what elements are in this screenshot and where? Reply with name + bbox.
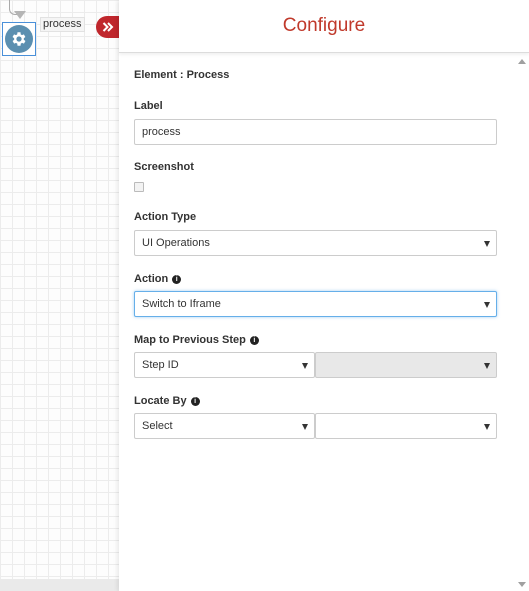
scroll-down-icon[interactable] [518,582,526,587]
map-previous-label: Map to Previous Step [134,334,246,346]
label-input[interactable]: process [134,119,497,145]
action-type-label: Action Type [134,211,197,223]
action-select[interactable]: Switch to Iframe [134,291,497,317]
screenshot-label: Screenshot [134,161,194,173]
label-input-value: process [142,126,181,138]
screenshot-checkbox[interactable] [134,182,144,192]
workflow-canvas[interactable]: process [0,0,120,591]
connector-arrow-icon [14,11,26,19]
chevron-down-icon [302,424,308,430]
locate-by-label-group: Locate By i [134,395,200,407]
configure-panel: Configure Element : Process Label proces… [119,0,529,591]
locate-by-target-select[interactable] [315,413,497,439]
locate-by-select[interactable]: Select [134,413,315,439]
chevron-down-icon [484,302,490,308]
chevron-down-icon [484,424,490,430]
action-type-select[interactable]: UI Operations [134,230,497,256]
map-step-id-value: Step ID [142,359,179,371]
info-icon[interactable]: i [190,397,200,406]
map-step-target-select[interactable] [315,352,497,378]
label-field-label: Label [134,100,163,112]
node-label: process [40,17,85,32]
info-icon[interactable]: i [172,275,182,284]
scroll-up-icon[interactable] [518,59,526,64]
action-type-value: UI Operations [142,237,210,249]
panel-title: Configure [282,15,366,36]
panel-scrollbar[interactable] [515,53,529,591]
gear-icon [5,25,33,53]
map-previous-label-group: Map to Previous Step i [134,334,259,346]
panel-header: Configure [119,0,529,53]
chevron-down-icon [302,363,308,369]
info-icon[interactable]: i [249,336,259,345]
action-value: Switch to Iframe [142,298,221,310]
chevron-down-icon [484,363,490,369]
process-node[interactable] [2,22,36,56]
action-label: Action [134,273,169,285]
canvas-horizontal-scrollbar[interactable] [0,579,119,591]
map-step-id-select[interactable]: Step ID [134,352,315,378]
action-label-group: Action i [134,273,182,285]
chevron-down-icon [484,241,490,247]
element-type-text: Element : Process [134,69,230,81]
locate-by-label: Locate By [134,395,187,407]
double-chevron-right-icon [102,22,113,32]
locate-by-value: Select [142,420,173,432]
collapse-panel-button[interactable] [96,16,119,38]
